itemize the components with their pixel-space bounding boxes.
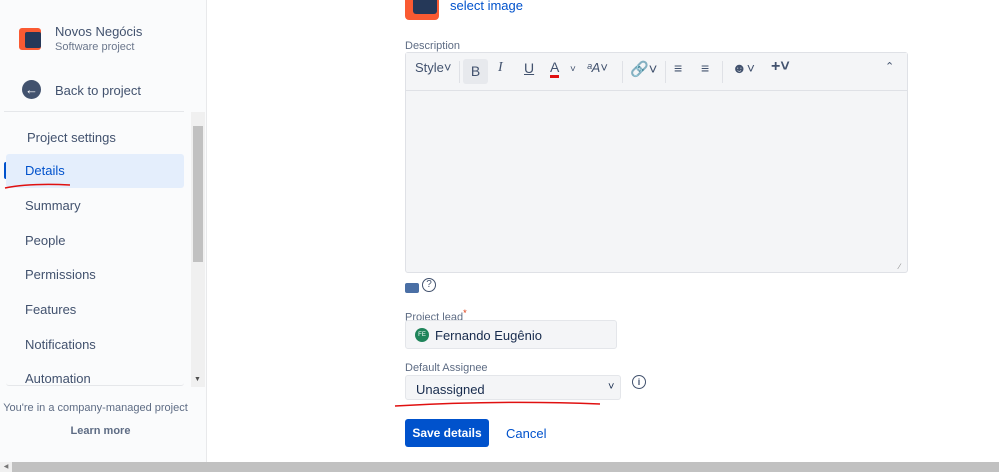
red-annotation-marks bbox=[4, 183, 601, 407]
